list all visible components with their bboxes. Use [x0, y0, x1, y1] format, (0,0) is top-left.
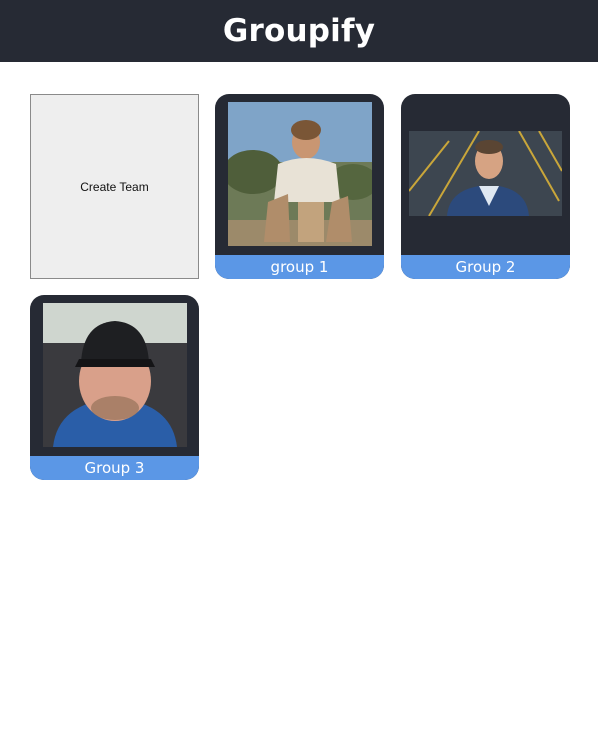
group-card[interactable]: Group 2 — [401, 94, 570, 279]
group-card[interactable]: Group 3 — [30, 295, 199, 480]
group-photo — [43, 303, 187, 447]
app-title: Groupify — [222, 13, 376, 49]
create-team-button[interactable]: Create Team — [30, 94, 199, 279]
group-card[interactable]: group 1 — [215, 94, 384, 279]
app-header: Groupify — [0, 0, 598, 62]
create-team-label: Create Team — [80, 179, 149, 194]
team-grid: Create Team group 1 Group 2 Group 3 — [0, 62, 598, 742]
group-name: group 1 — [215, 255, 384, 279]
group-name: Group 2 — [401, 255, 570, 279]
group-photo — [409, 131, 562, 216]
group-photo — [228, 102, 372, 246]
group-name: Group 3 — [30, 456, 199, 480]
